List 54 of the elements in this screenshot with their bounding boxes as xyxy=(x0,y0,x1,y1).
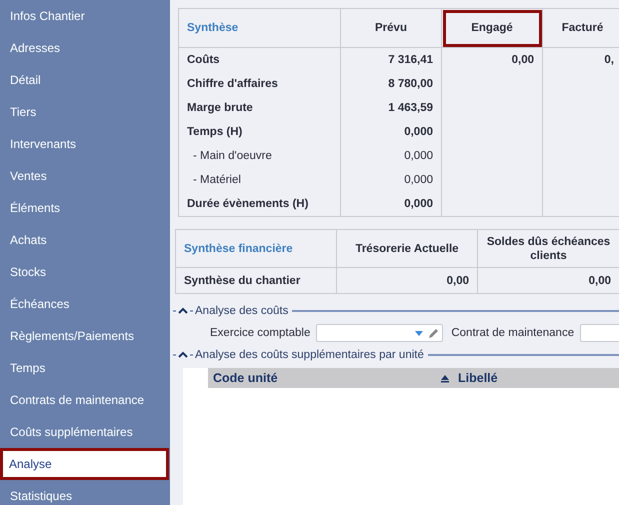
sidebar-item[interactable]: Tiers xyxy=(0,96,170,128)
column-header: Trésorerie Actuelle xyxy=(336,230,478,268)
column-header: Facturé xyxy=(542,8,619,48)
dropdown-arrow-icon xyxy=(415,330,424,336)
sidebar-item[interactable]: Temps xyxy=(0,352,170,384)
table-cell: 7 316,41 xyxy=(388,54,433,66)
column-header: Engagé xyxy=(442,8,542,48)
sidebar-item[interactable]: Infos Chantier xyxy=(0,0,170,32)
table-cell: 1 463,59 xyxy=(388,102,433,114)
sidebar-item[interactable]: Stocks xyxy=(0,256,170,288)
dropdown-field[interactable] xyxy=(316,324,444,342)
sidebar-item[interactable]: Coûts supplémentaires xyxy=(0,416,170,448)
field-label: Contrat de maintenance xyxy=(451,327,574,339)
row-label: Durée évènements (H) xyxy=(187,198,308,210)
table-cell: 0,000 xyxy=(404,198,433,210)
row-label: Marge brute xyxy=(187,102,253,114)
collapse-icon[interactable] xyxy=(173,307,193,315)
table-title: Synthèse xyxy=(178,8,340,48)
table-cell: 0,000 xyxy=(404,126,433,138)
table-cell: 0,000 xyxy=(404,174,433,186)
row-label: Synthèse du chantier xyxy=(184,274,300,286)
table-cell: 0,00 xyxy=(512,54,534,66)
collapse-icon[interactable] xyxy=(173,351,193,359)
sidebar-item[interactable]: Règlements/Paiements xyxy=(0,320,170,352)
section-title: Analyse des coûts supplémentaires par unité xyxy=(194,349,425,361)
field-label: Exercice comptable xyxy=(210,327,310,339)
row-label: Chiffre d'affaires xyxy=(187,78,278,90)
table-cell: 0,00 xyxy=(588,274,611,286)
pencil-icon[interactable] xyxy=(428,328,440,338)
row-label: - Main d'oeuvre xyxy=(193,150,272,162)
column-header[interactable]: Libellé xyxy=(458,371,498,385)
sidebar-item[interactable]: Détail xyxy=(0,64,170,96)
table-cell: 0,00 xyxy=(446,274,469,286)
sidebar-item[interactable]: Intervenants xyxy=(0,128,170,160)
column-header: Prévu xyxy=(340,8,442,48)
column-header[interactable]: Code unité xyxy=(213,371,278,385)
row-label: Coûts xyxy=(187,54,220,66)
section-title: Analyse des coûts xyxy=(194,305,290,317)
row-label: - Matériel xyxy=(193,174,241,186)
sidebar-item[interactable]: Adresses xyxy=(0,32,170,64)
sidebar-item[interactable]: Ventes xyxy=(0,160,170,192)
sidebar-item[interactable]: Contrats de maintenance xyxy=(0,384,170,416)
table-cell: 0, xyxy=(604,54,614,66)
sidebar-item[interactable]: Analyse xyxy=(0,448,169,480)
sidebar-item[interactable]: Éléments xyxy=(0,192,170,224)
table-cell: 8 780,00 xyxy=(388,78,433,90)
table-title: Synthèse financière xyxy=(176,230,336,268)
column-header: Soldes dûs échéances clients xyxy=(478,230,619,268)
sidebar-item[interactable]: Statistiques xyxy=(0,480,170,505)
sidebar-item[interactable]: Achats xyxy=(0,224,170,256)
sidebar-item[interactable]: Échéances xyxy=(0,288,170,320)
table-cell: 0,000 xyxy=(404,150,433,162)
row-label: Temps (H) xyxy=(187,126,242,138)
sort-icon[interactable] xyxy=(440,374,450,382)
